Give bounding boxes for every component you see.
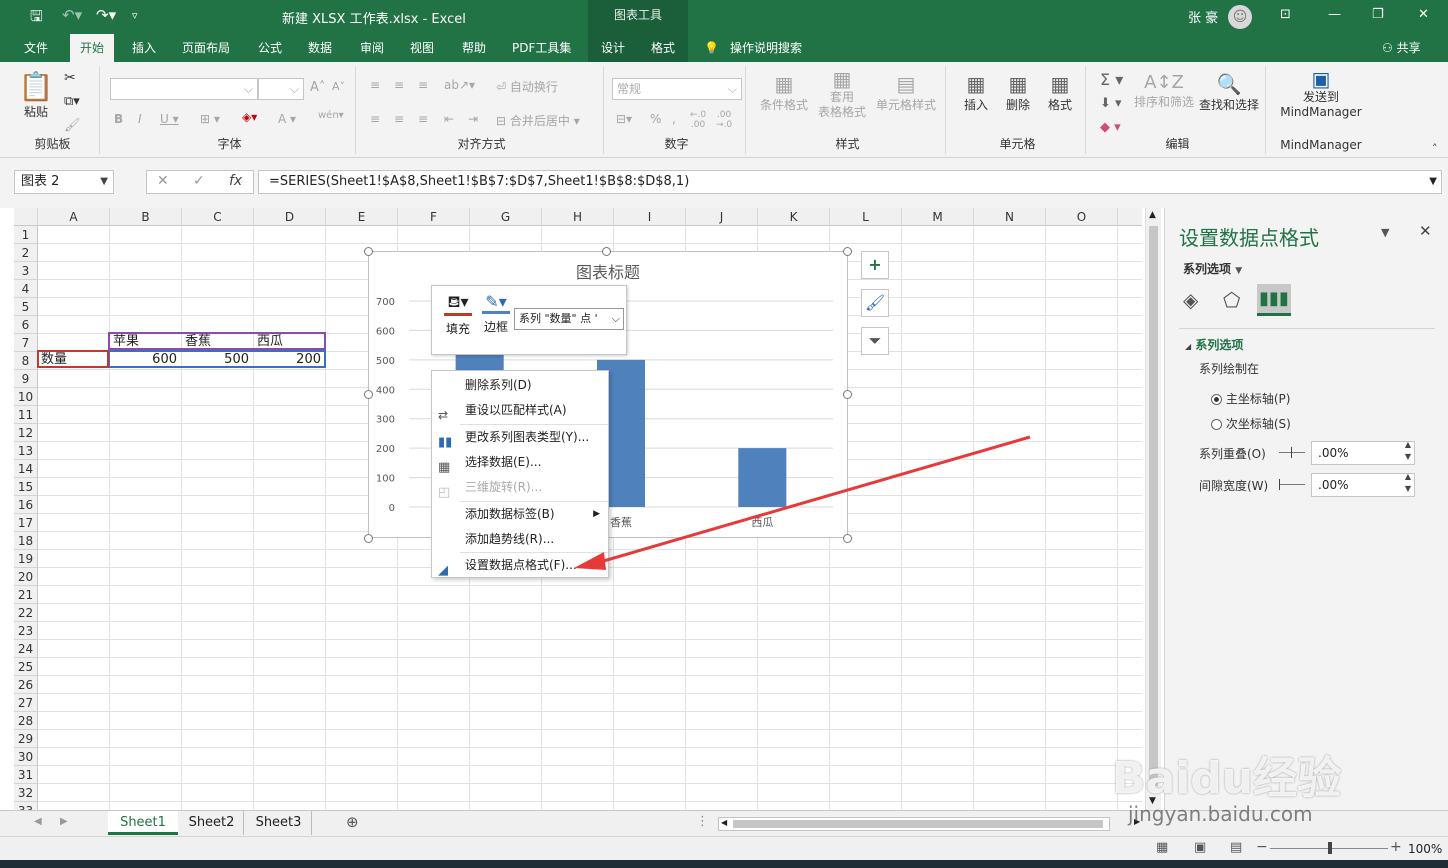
collapse-icon: ◢ [1185,342,1192,351]
normal-view-icon[interactable]: ▦ [1156,840,1168,855]
pane-divider [1179,328,1435,329]
watermark-brand: Baidu经验 [1112,753,1342,804]
zoom-slider[interactable] [1270,842,1388,854]
next-sheet-icon[interactable]: ▶ [60,816,68,827]
prev-sheet-icon[interactable]: ◀ [34,816,42,827]
zoom-slider-thumb[interactable] [1328,842,1332,854]
gap-width-slider-thumb[interactable] [1279,479,1280,490]
gap-width-label: 间隙宽度(W) [1199,479,1269,493]
taskbar [0,860,1448,868]
secondary-axis-radio[interactable]: 次坐标轴(S) [1211,415,1291,432]
zoom-level[interactable]: 100% [1408,842,1442,856]
arrow-shaft [599,435,1031,564]
watermark-url: jingyan.baidu.com [1128,802,1313,826]
page-break-icon[interactable]: ▤ [1230,840,1242,855]
overlap-slider[interactable] [1279,447,1305,458]
arrow-head [574,552,606,570]
chevron-down-icon: ▼ [1235,266,1243,276]
series-options-icon[interactable]: ▮▮▮ [1257,284,1291,316]
close-pane-icon[interactable]: ✕ [1419,222,1432,240]
status-bar: ▦ ▣ ▤ − + 100% [0,836,1448,860]
series-options-section[interactable]: ◢ 系列选项 [1185,336,1243,353]
scroll-left-icon[interactable]: ◀ [721,818,727,827]
sheet-tab-3[interactable]: Sheet3 [246,811,312,835]
radio-unselected-icon [1211,419,1222,430]
gap-width-slider[interactable] [1279,479,1305,490]
zoom-in-icon[interactable]: + [1390,839,1402,855]
primary-axis-radio[interactable]: 主坐标轴(P) [1211,390,1290,407]
pane-title: 设置数据点格式 [1179,226,1319,250]
tab-split-icon[interactable]: ⋮ [696,814,709,829]
effects-icon[interactable]: ⬠ [1223,288,1240,312]
overlap-slider-thumb[interactable] [1291,447,1292,458]
pane-options-icon[interactable]: ▼ [1381,226,1389,239]
sheet-tab-1[interactable]: Sheet1 [108,811,178,835]
page-layout-icon[interactable]: ▣ [1194,840,1206,855]
spinner-icon[interactable]: ▲ ▼ [1405,471,1411,495]
series-options-dropdown[interactable]: 系列选项 ▼ [1183,260,1242,277]
plot-series-on-label: 系列绘制在 [1199,362,1260,376]
gap-width-input[interactable]: .00% ▲ ▼ [1311,471,1415,497]
sheet-tab-2[interactable]: Sheet2 [180,811,244,835]
radio-selected-icon [1211,394,1222,405]
overlap-label: 系列重叠(O) [1199,447,1266,461]
hscroll-thumb[interactable] [733,820,1103,828]
overlap-input[interactable]: .00% ▲ ▼ [1311,439,1415,465]
fill-line-icon[interactable]: ◈ [1183,288,1198,312]
spinner-icon[interactable]: ▲ ▼ [1405,439,1411,463]
add-sheet-icon[interactable]: ⊕ [346,813,359,831]
zoom-out-icon[interactable]: − [1256,839,1268,855]
horizontal-scrollbar[interactable]: ◀ [718,817,1110,831]
